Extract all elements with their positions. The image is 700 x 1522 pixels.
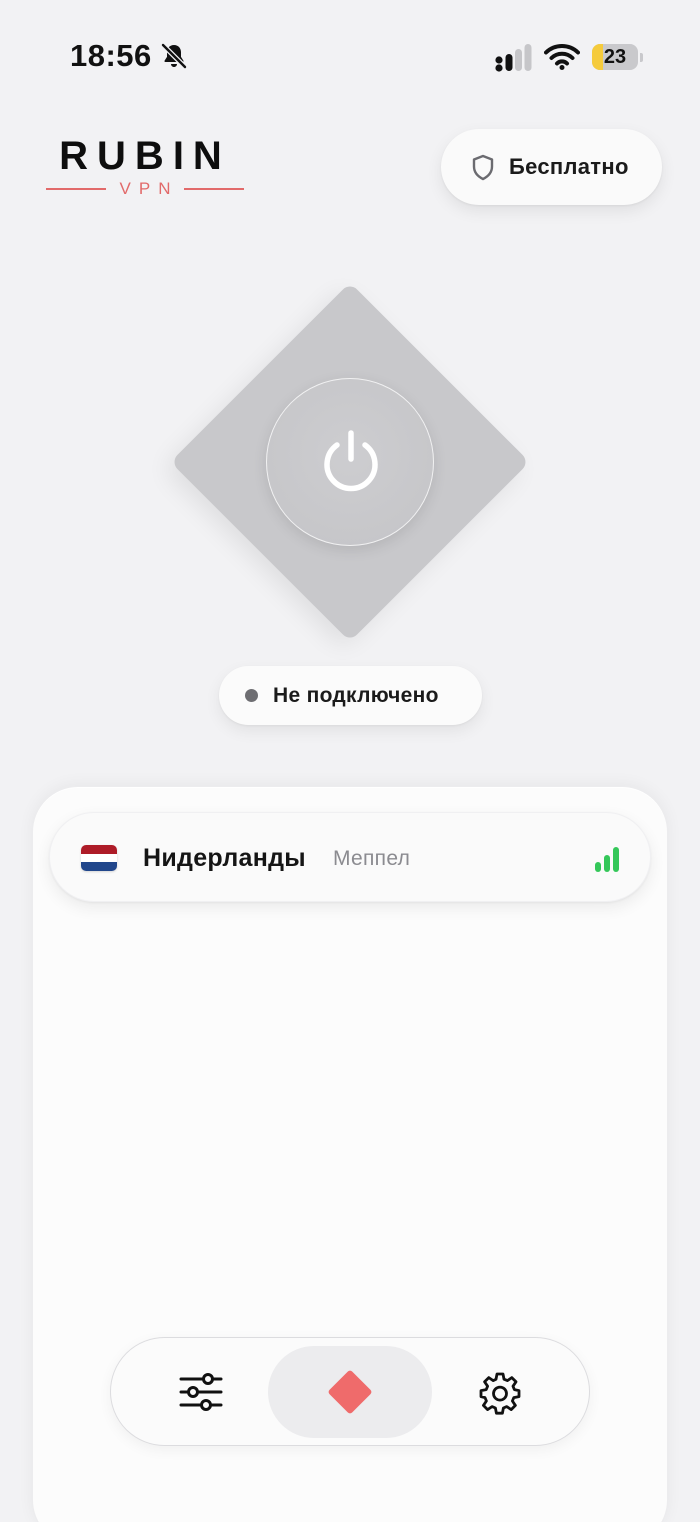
status-bar: 18:56 23 — [0, 0, 700, 110]
nav-filters-button[interactable] — [171, 1338, 231, 1445]
app-logo: RUBIN VPN — [44, 136, 246, 198]
diamond-icon — [327, 1369, 373, 1415]
bottom-nav — [110, 1337, 590, 1446]
server-city: Меппел — [333, 847, 411, 870]
shield-icon — [472, 154, 494, 181]
battery-level: 23 — [603, 46, 627, 68]
logo-wordmark: RUBIN — [59, 134, 231, 178]
power-icon — [324, 430, 378, 492]
sliders-icon — [179, 1373, 223, 1411]
flag-stripe-red — [81, 845, 117, 854]
nav-home-button[interactable] — [268, 1346, 432, 1438]
nav-settings-button[interactable] — [475, 1338, 527, 1445]
logo-divider-right — [184, 188, 244, 190]
netherlands-flag — [81, 845, 117, 871]
flag-stripe-blue — [81, 862, 117, 871]
connection-status-chip: Не подключено — [219, 666, 482, 725]
server-country: Нидерланды — [143, 844, 306, 872]
plan-label: Бесплатно — [509, 154, 629, 179]
vpn-home-screen: 18:56 23 RUBIN VPN Бесплатно Не подключе… — [0, 0, 700, 1522]
bell-muted-icon — [161, 43, 187, 69]
plan-button[interactable]: Бесплатно — [441, 129, 662, 205]
gear-icon — [479, 1372, 521, 1415]
connect-area — [170, 282, 530, 642]
cellular-icon — [495, 44, 532, 72]
signal-strength-icon — [595, 847, 619, 872]
status-dot — [245, 689, 258, 702]
status-time: 18:56 — [70, 38, 152, 73]
connection-status-text: Не подключено — [273, 684, 439, 707]
server-selector[interactable]: Нидерланды Меппел — [49, 812, 651, 902]
power-button[interactable] — [266, 378, 434, 546]
wifi-icon — [544, 44, 580, 70]
battery-icon: 23 — [592, 44, 644, 70]
flag-stripe-white — [81, 853, 117, 863]
